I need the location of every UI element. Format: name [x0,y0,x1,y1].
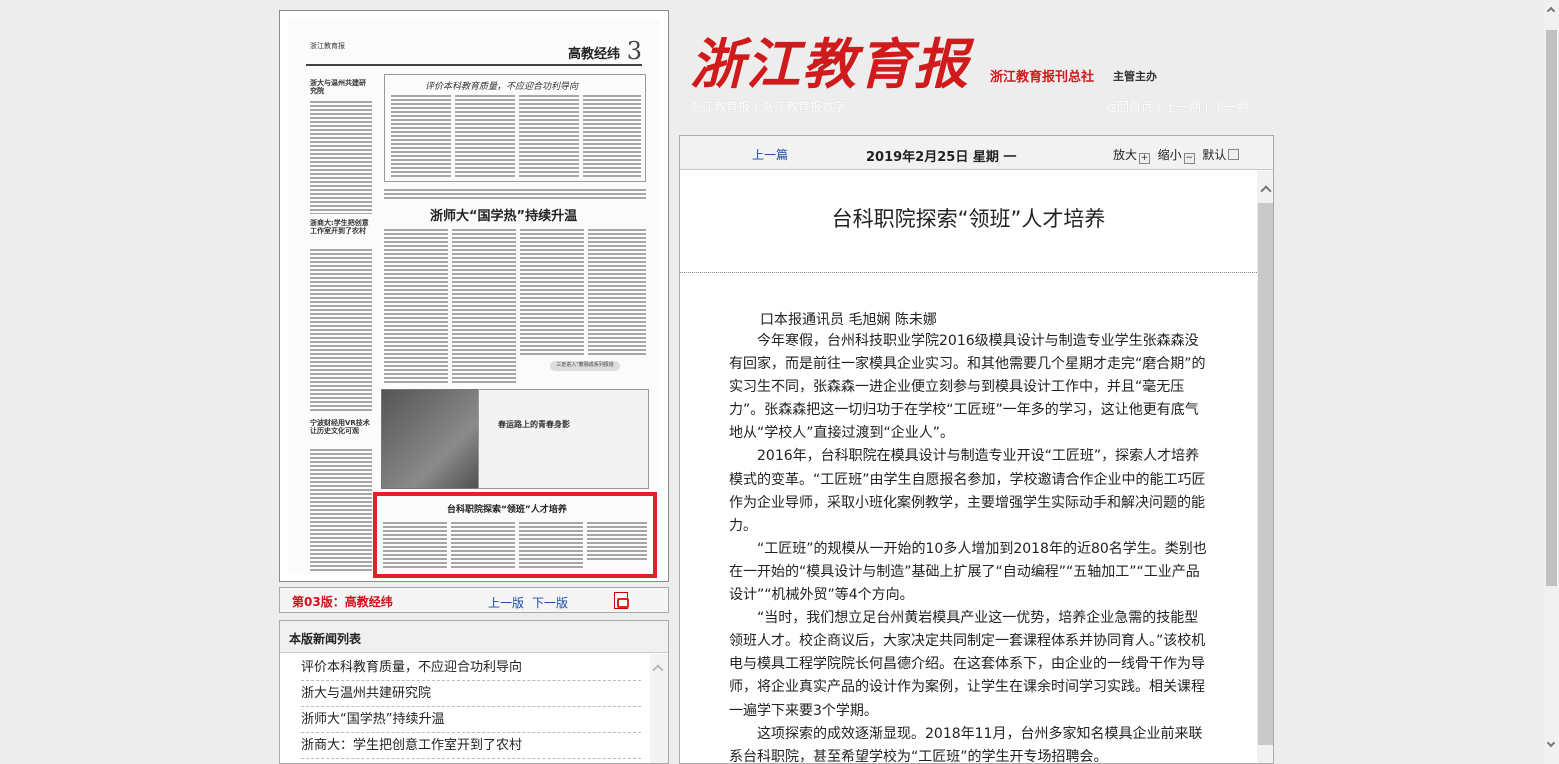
scan-top-box-article[interactable]: 评价本科教育质量，不应迎合功利导向 [384,74,646,182]
scan-text-column [384,227,448,383]
next-edition-link[interactable]: 下一版 [532,594,568,611]
scan-big-headline[interactable]: 浙师大“国学热”持续升温 [430,205,577,224]
scan-side-headline-1[interactable]: 浙大与温州共建研究院 [310,79,370,95]
news-list-item[interactable]: 浙师大“国学热”持续升温 [301,707,641,733]
edition-bar: 第03版：高教经纬 上一版 下一版 [279,587,669,613]
news-list-heading: 本版新闻列表 [280,621,668,653]
sponsor-label: 主管主办 [1113,70,1157,83]
article-paragraph: “工匠班”的规模从一开始的10多人增加到2018年的近80名学生。类别也在一开始… [729,540,1207,604]
default-size-icon[interactable] [1228,149,1240,160]
scan-header-rule [306,64,642,66]
issue-date: 2019年2月25日 星期 一 [866,150,1017,165]
article-panel: 上一篇 2019年2月25日 星期 一 放大 + 缩小 − 默认 台科职院探索“领班… [679,135,1274,764]
scan-text-column [310,247,372,412]
article-paragraph: 今年寒假，台州科技职业学院2016级模具设计与制造专业学生张森森没有回家，而是前… [729,333,1206,442]
news-list-item[interactable]: 浙商大：学生把创意工作室开到了农村 [301,733,641,759]
news-list-item[interactable]: 浙大与温州共建研究院 [301,681,641,707]
scan-side-headline-3[interactable]: 宁波财经用VR技术让历史文化可观 [310,419,372,435]
news-list-scrollbar[interactable] [650,654,668,763]
article-paragraph: “当时，我们想立足台州黄岩模具产业这一优势，培养企业急需的技能型领班人才。校企商… [729,610,1206,719]
article-scrollbar[interactable] [1257,171,1273,763]
scan-box-headline: 评价本科教育质量，不应迎合功利导向 [425,82,579,92]
article-byline: 口本报通讯员 毛旭娴 陈未娜 [760,312,937,328]
scan-text-column [451,520,515,570]
selected-article-highlight[interactable]: 台科职院探索“领班”人才培养 [373,492,657,578]
zoom-out-icon[interactable]: − [1183,153,1195,164]
default-size-label[interactable]: 默认 [1202,148,1226,162]
news-list: 评价本科教育质量，不应迎合功利导向 浙大与温州共建研究院 浙师大“国学热”持续升… [280,653,668,759]
scan-series-stamp: 三走进入“教融成系列报道 [550,361,620,371]
scan-photo-caption: 春运路上的青春身影 [498,420,570,429]
top-link-digital[interactable]: 浙江教育报数字 [762,100,846,114]
zoom-controls: 放大 + 缩小 − 默认 [1113,146,1240,164]
scan-text-column [383,520,447,570]
pdf-icon[interactable] [614,592,629,609]
article-paragraph: 2016年，台科职院在模具设计与制造专业开设“工匠班”，探索人才培养模式的变革。… [729,448,1206,534]
scroll-up-arrow-icon[interactable] [1260,185,1272,197]
news-list-item[interactable]: 评价本科教育质量，不应迎合功利导向 [301,655,641,681]
top-left-links: 浙江教育报 | 浙江教育报数字 [690,100,846,114]
scroll-down-arrow-icon[interactable] [1546,738,1556,748]
page-scan-image: 浙江教育报 高教经纬 3 浙大与温州共建研究院 浙商大:学生把创意工作室开到了农… [288,19,660,578]
top-right-links: 返回首页 | 上一期 | 下一期 [1105,100,1249,114]
scan-side-headline-2[interactable]: 浙商大:学生把创意工作室开到了农村 [310,219,372,235]
scan-text-column [520,227,584,355]
scan-photo-caption-area [478,389,649,489]
scan-text-column [455,93,515,177]
article-body: 台科职院探索“领班”人才培养 口本报通讯员 毛旭娴 陈未娜 今年寒假，台州科技职… [680,171,1257,764]
home-link[interactable]: 返回首页 [1105,100,1153,114]
next-issue-link[interactable]: 下一期 [1212,100,1248,114]
scan-text-column [391,93,451,177]
zoom-out-label[interactable]: 缩小 [1158,148,1182,162]
scan-text-column [519,93,579,177]
title-divider [680,272,1257,273]
scan-text-column [583,93,641,177]
prev-edition-link[interactable]: 上一版 [488,594,524,611]
newspaper-page-thumbnail[interactable]: 浙江教育报 高教经纬 3 浙大与温州共建研究院 浙商大:学生把创意工作室开到了农… [279,10,669,582]
scan-text-column [519,520,583,570]
news-list-panel: 本版新闻列表 评价本科教育质量，不应迎合功利导向 浙大与温州共建研究院 浙师大“… [279,620,669,764]
prev-article-link[interactable]: 上一篇 [752,146,788,163]
scan-caption-line [384,187,646,199]
prev-issue-link[interactable]: 上一期 [1165,100,1201,114]
edition-label[interactable]: 第03版：高教经纬 [292,593,393,610]
zoom-in-label[interactable]: 放大 [1113,148,1137,162]
scan-paper-name: 浙江教育报 [310,42,345,50]
scan-text-column [587,520,647,560]
scan-text-column [310,447,372,573]
scan-highlight-headline: 台科职院探索“领班”人才培养 [447,505,567,515]
page-scrollbar[interactable] [1544,0,1559,764]
publisher-name: 浙江教育报刊总社 [990,70,1095,85]
scan-text-column [310,99,372,214]
zoom-in-icon[interactable]: + [1139,153,1151,164]
page-scrollbar-thumb[interactable] [1546,30,1557,586]
scan-text-column [588,227,646,355]
scrollbar-thumb[interactable] [1258,203,1273,745]
top-link-paper[interactable]: 浙江教育报 [690,100,750,114]
article-title: 台科职院探索“领班”人才培养 [831,207,1106,231]
article-paragraph: 这项探索的成效逐渐显现。2018年11月，台州多家知名模具企业前来联系台科职院，… [729,725,1203,764]
scan-text-column [452,227,516,383]
scroll-up-arrow-icon[interactable] [1546,6,1556,16]
scan-section-name: 高教经纬 [567,47,620,62]
article-toolbar: 上一篇 2019年2月25日 星期 一 放大 + 缩小 − 默认 [680,136,1273,170]
newspaper-logo: 浙江教育报 [690,32,970,96]
scan-page-number: 3 [626,37,642,65]
scroll-up-arrow-icon[interactable] [652,664,664,676]
article-text: 今年寒假，台州科技职业学院2016级模具设计与制造专业学生张森森没有回家，而是前… [729,330,1209,764]
